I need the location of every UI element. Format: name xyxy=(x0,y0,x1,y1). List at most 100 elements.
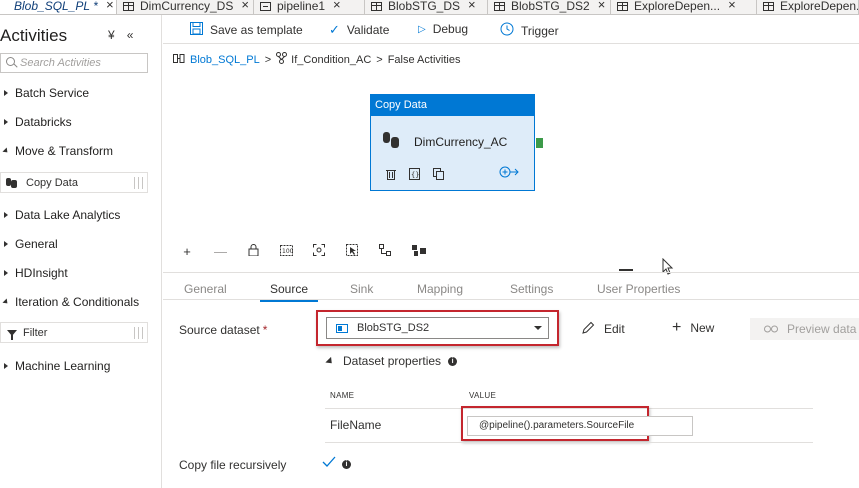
breadcrumb-condition-link[interactable]: If_Condition_AC xyxy=(291,54,371,66)
drag-handle-icon[interactable] xyxy=(134,327,143,339)
save-as-template-button[interactable]: Save as template xyxy=(190,22,303,38)
table-icon xyxy=(763,1,774,11)
tab-label: Blob_SQL_PL * xyxy=(14,0,98,13)
activity-filter[interactable]: Filter xyxy=(0,322,148,343)
required-marker: * xyxy=(262,323,268,337)
tab-blobstg-ds[interactable]: BlobSTG_DS × xyxy=(365,0,488,14)
close-icon[interactable]: × xyxy=(106,0,114,11)
close-icon[interactable]: × xyxy=(598,0,606,11)
expand-arrow-icon xyxy=(4,241,8,247)
category-batch-service[interactable]: Batch Service xyxy=(4,85,89,101)
validate-button[interactable]: ✓ Validate xyxy=(329,22,389,38)
tab-sink[interactable]: Sink xyxy=(350,282,373,296)
add-output-icon[interactable] xyxy=(499,166,519,181)
selected-dataset: BlobSTG_DS2 xyxy=(357,322,430,334)
tab-source[interactable]: Source xyxy=(259,282,319,302)
category-label: Data Lake Analytics xyxy=(15,208,121,222)
category-iteration-conditionals[interactable]: Iteration & Conditionals xyxy=(2,294,140,310)
new-dataset-button[interactable]: + New xyxy=(672,320,715,336)
properties-tab-bar: General Source Sink Mapping Settings Use… xyxy=(163,272,859,302)
tab-blobstg-ds2[interactable]: BlobSTG_DS2 × xyxy=(488,0,611,14)
activity-label: Copy Data xyxy=(26,176,78,189)
category-general[interactable]: General xyxy=(4,236,58,252)
edit-dataset-button[interactable]: Edit xyxy=(582,321,625,337)
auto-align-icon[interactable] xyxy=(379,244,391,259)
table-icon xyxy=(494,1,505,11)
output-connector-handle[interactable] xyxy=(536,138,543,148)
copy-data-activity-node[interactable]: Copy Data DimCurrency_AC {} xyxy=(370,94,535,191)
search-icon xyxy=(6,57,15,66)
trigger-label: Trigger xyxy=(521,23,559,38)
expand-arrow-icon xyxy=(4,90,8,96)
close-icon[interactable]: × xyxy=(333,0,341,11)
debug-button[interactable]: ▷ Debug xyxy=(418,22,468,36)
source-dataset-select[interactable]: BlobSTG_DS2 xyxy=(326,317,549,339)
dataset-properties-toggle[interactable]: Dataset properties i xyxy=(325,354,458,368)
zoom-to-fit-icon[interactable] xyxy=(313,244,325,259)
tab-exploredepen-1[interactable]: ExploreDepen... × xyxy=(611,0,757,14)
copy-data-icon xyxy=(6,177,20,189)
expand-arrow-icon xyxy=(4,270,8,276)
close-icon[interactable]: × xyxy=(468,0,476,11)
select-area-icon[interactable] xyxy=(346,244,358,259)
table-icon xyxy=(371,1,382,11)
category-databricks[interactable]: Databricks xyxy=(4,114,72,130)
tab-exploredepen-2[interactable]: ExploreDepen... xyxy=(757,0,859,14)
zoom-100-icon[interactable]: 100 xyxy=(280,244,294,259)
tab-general[interactable]: General xyxy=(184,282,227,296)
node-type-header: Copy Data xyxy=(371,95,534,116)
validate-label: Validate xyxy=(346,23,390,37)
glasses-icon xyxy=(764,322,778,336)
tab-user-properties[interactable]: User Properties xyxy=(597,282,680,296)
close-icon[interactable]: × xyxy=(241,0,249,11)
copy-data-icon xyxy=(383,132,401,150)
panel-collapse-controls: ¥« xyxy=(108,28,145,42)
breadcrumb-separator: > xyxy=(376,53,383,66)
zoom-in-icon[interactable]: + xyxy=(181,244,193,259)
activity-copy-data[interactable]: Copy Data xyxy=(0,172,148,193)
layout-icon[interactable] xyxy=(412,244,426,259)
category-label: HDInsight xyxy=(15,266,68,280)
category-hdinsight[interactable]: HDInsight xyxy=(4,265,68,281)
close-icon[interactable]: × xyxy=(728,0,736,11)
document-tab-strip: Blob_SQL_PL * × DimCurrency_DS × pipelin… xyxy=(0,0,859,15)
panel-resize-handle[interactable] xyxy=(619,269,633,271)
save-as-template-label: Save as template xyxy=(210,23,303,37)
tab-dimcurrency-ds[interactable]: DimCurrency_DS × xyxy=(117,0,254,14)
category-machine-learning[interactable]: Machine Learning xyxy=(4,358,110,374)
trigger-icon xyxy=(500,22,514,39)
category-data-lake-analytics[interactable]: Data Lake Analytics xyxy=(4,207,120,223)
category-label: Batch Service xyxy=(15,86,90,100)
canvas-toolbar: + — 100 xyxy=(181,244,445,259)
clone-icon[interactable] xyxy=(433,168,444,183)
zoom-out-icon[interactable]: — xyxy=(214,244,227,259)
code-view-icon[interactable]: {} xyxy=(409,168,420,183)
tab-label: pipeline1 xyxy=(277,0,326,13)
new-label: New xyxy=(690,321,715,335)
preview-data-button[interactable]: Preview data xyxy=(750,318,859,340)
expand-arrow-icon xyxy=(4,212,8,218)
copy-recursively-label: Copy file recursively xyxy=(179,458,287,472)
search-activities-input[interactable] xyxy=(20,56,144,70)
collapse-all-icon[interactable]: ¥ xyxy=(108,28,127,42)
delete-icon[interactable] xyxy=(386,168,396,183)
category-label: Move & Transform xyxy=(15,144,114,158)
lock-icon[interactable] xyxy=(247,244,259,259)
double-chevron-left-icon[interactable]: « xyxy=(127,28,146,42)
category-label: Iteration & Conditionals xyxy=(15,295,140,309)
tab-mapping[interactable]: Mapping xyxy=(417,282,463,296)
tab-pipeline1[interactable]: pipeline1 × xyxy=(254,0,365,14)
column-header-name: NAME xyxy=(330,391,355,400)
drag-handle-icon[interactable] xyxy=(134,177,143,189)
breadcrumb-pipeline-link[interactable]: Blob_SQL_PL xyxy=(190,54,260,66)
info-icon[interactable]: i xyxy=(342,460,351,469)
trigger-button[interactable]: Trigger xyxy=(500,22,559,39)
copy-recursively-checkbox[interactable] xyxy=(322,456,336,471)
info-icon[interactable]: i xyxy=(448,356,458,366)
tab-blob-sql-pl[interactable]: Blob_SQL_PL * × xyxy=(0,0,117,14)
tab-settings[interactable]: Settings xyxy=(510,282,553,296)
pencil-icon xyxy=(582,321,595,337)
search-activities-box[interactable] xyxy=(0,53,148,73)
filename-value-input[interactable]: @pipeline().parameters.SourceFile xyxy=(467,416,693,436)
category-move-transform[interactable]: Move & Transform xyxy=(2,143,114,159)
